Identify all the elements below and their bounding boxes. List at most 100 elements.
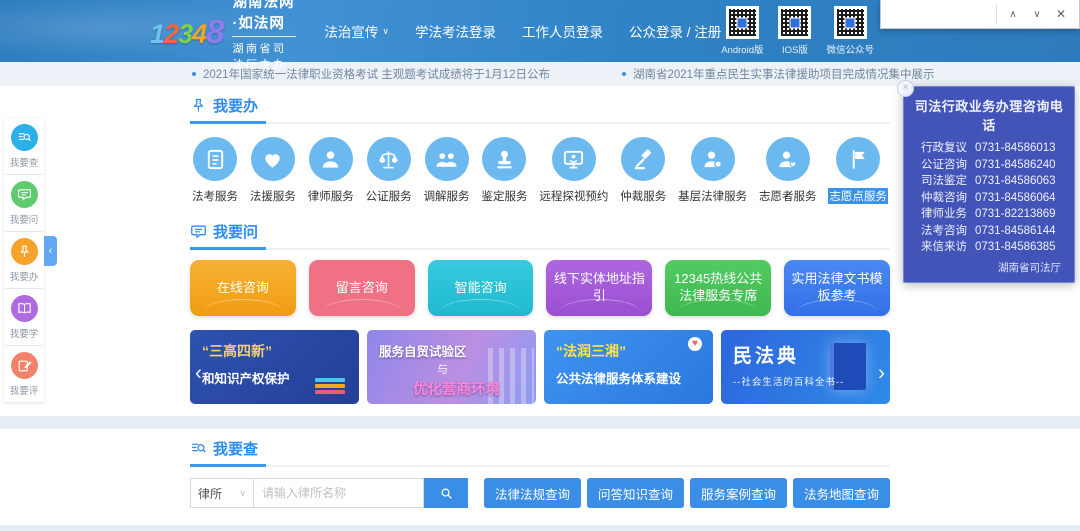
phone-number: 0731-82213869 xyxy=(975,206,1063,223)
phone-row: 公证咨询 0731-84586240 xyxy=(912,157,1066,174)
logo-digit: 4 xyxy=(192,19,206,49)
service-label: 公证服务 xyxy=(366,188,412,204)
volunteer-heart-icon xyxy=(766,137,810,181)
service-legal-aid[interactable]: 法援服务 xyxy=(250,137,296,204)
notice-link[interactable]: 湖南省2021年重点民生实事法律援助项目完成情况集中展示 xyxy=(622,66,935,82)
banner-sangao-sixin[interactable]: “三高四新” 和知识产权保护 xyxy=(190,330,359,404)
banner-free-trade-zone[interactable]: 服务自贸试验区 与 优化营商环境 xyxy=(367,330,536,404)
legal-doc-template-button[interactable]: 实用法律文书模板参考 xyxy=(784,260,890,316)
query-buttons: 法律法规查询 问答知识查询 服务案例查询 法务地图查询 xyxy=(484,478,890,508)
smart-consult-button[interactable]: 智能咨询 xyxy=(428,260,534,316)
nav-label: 学法考法登录 xyxy=(415,21,496,41)
nav-study-exam-login[interactable]: 学法考法登录 xyxy=(415,21,496,41)
find-next-button[interactable]: ∨ xyxy=(1025,4,1049,24)
law-regulation-query-button[interactable]: 法律法规查询 xyxy=(484,478,581,508)
service-arbitration[interactable]: 仲裁服务 xyxy=(620,137,666,204)
phone-label: 仲裁咨询 xyxy=(915,190,967,207)
carousel-prev-icon[interactable]: ‹ xyxy=(195,363,202,384)
phone-panel-title: 司法行政业务办理咨询电话 xyxy=(912,96,1066,134)
hotline-12345-button[interactable]: 12345热线公共法律服务专席 xyxy=(665,260,771,316)
mediation-people-icon xyxy=(425,137,469,181)
logo-digit: 3 xyxy=(178,19,192,49)
magnifier-icon xyxy=(439,486,454,501)
service-exam[interactable]: 法考服务 xyxy=(192,137,238,204)
chevron-down-icon: ∨ xyxy=(239,488,246,499)
dock-label: 我要问 xyxy=(10,212,39,226)
service-label: 律师服务 xyxy=(308,188,354,204)
pin-icon xyxy=(190,97,207,114)
dock-label: 我要学 xyxy=(10,326,39,340)
button-label: 12345热线公共法律服务专席 xyxy=(671,271,765,305)
banner-civil-code[interactable]: 民法典 --社会生活的百科全书-- xyxy=(721,330,890,404)
bullet-icon xyxy=(192,72,196,76)
qr-code-android-icon xyxy=(726,6,759,39)
qr-code-ios-icon xyxy=(778,6,811,39)
lawyer-person-icon xyxy=(309,137,353,181)
service-appraisal[interactable]: 鉴定服务 xyxy=(481,137,527,204)
find-previous-button[interactable]: ∧ xyxy=(1001,4,1025,24)
service-case-query-button[interactable]: 服务案例查询 xyxy=(690,478,787,508)
service-label: 鉴定服务 xyxy=(481,188,527,204)
firm-search-input[interactable] xyxy=(254,478,424,508)
site-title: 湖南法网·如法网 xyxy=(232,0,296,37)
nav-staff-login[interactable]: 工作人员登录 xyxy=(522,21,603,41)
phone-row: 来信来访 0731-84586385 xyxy=(912,239,1066,256)
service-label: 远程探视预约 xyxy=(539,188,608,204)
phone-label: 律师业务 xyxy=(915,206,967,223)
close-icon[interactable]: × xyxy=(897,80,914,97)
browser-find-bar[interactable]: ∧ ∨ ✕ xyxy=(880,0,1080,29)
phone-row: 行政复议 0731-84586013 xyxy=(912,140,1066,157)
dock-item-woyaowen[interactable]: 我要问 xyxy=(4,175,44,231)
service-notary[interactable]: 公证服务 xyxy=(366,137,412,204)
legal-map-query-button[interactable]: 法务地图查询 xyxy=(793,478,890,508)
button-label: 在线咨询 xyxy=(217,280,269,297)
service-lawyer[interactable]: 律师服务 xyxy=(308,137,354,204)
service-mediation[interactable]: 调解服务 xyxy=(424,137,470,204)
dock-item-woyaoban[interactable]: 我要办 xyxy=(4,232,44,288)
section-title: 我要查 xyxy=(213,438,258,459)
banner-line: 民法典 xyxy=(733,341,878,368)
category-select[interactable]: 律所 ∨ xyxy=(190,478,254,508)
logo-12348: 12348 xyxy=(150,15,223,48)
phone-number: 0731-84586240 xyxy=(975,157,1063,174)
appraisal-stamp-icon xyxy=(482,137,526,181)
logo-text: 湖南法网·如法网 湖南省司法厅主办 xyxy=(232,0,296,72)
site-logo[interactable]: 12348 湖南法网·如法网 湖南省司法厅主办 xyxy=(150,0,296,72)
qa-knowledge-query-button[interactable]: 问答知识查询 xyxy=(587,478,684,508)
arbitration-gavel-icon xyxy=(621,137,665,181)
dock-item-woyaoxue[interactable]: 我要学 xyxy=(4,289,44,345)
dock-collapse-button[interactable]: ‹ xyxy=(44,236,57,266)
banner-farun-sanxiang[interactable]: “法润三湘” 公共法律服务体系建设 xyxy=(544,330,713,404)
service-volunteer-site[interactable]: 志愿点服务 xyxy=(828,137,888,204)
dock-item-woyaocha[interactable]: 我要查 xyxy=(4,118,44,174)
banner-carousel: ‹ “三高四新” 和知识产权保护 服务自贸试验区 与 优化营商环境 “法润三湘”… xyxy=(190,330,890,416)
service-volunteer[interactable]: 志愿者服务 xyxy=(759,137,817,204)
button-label: 线下实体地址指引 xyxy=(552,271,646,305)
service-grassroots[interactable]: 基层法律服务 xyxy=(678,137,747,204)
service-label: 法考服务 xyxy=(192,188,238,204)
nav-public-login-register[interactable]: 公众登录 / 注册 xyxy=(629,21,721,41)
section-header-woyaoban: 我要办 xyxy=(190,86,890,124)
message-consult-button[interactable]: 留言咨询 xyxy=(309,260,415,316)
service-remote-visit[interactable]: 远程探视预约 xyxy=(539,137,608,204)
find-close-button[interactable]: ✕ xyxy=(1049,4,1073,24)
pin-icon xyxy=(11,238,38,265)
banner-line: “三高四新” xyxy=(202,341,347,361)
phone-row: 司法鉴定 0731-84586063 xyxy=(912,173,1066,190)
dock-item-woyaoping[interactable]: 我要评 xyxy=(4,346,44,402)
qr-ios: IOS版 xyxy=(778,6,811,56)
dock-label: 我要办 xyxy=(10,269,39,283)
carousel-next-icon[interactable]: › xyxy=(878,363,885,384)
nav-legal-publicity[interactable]: 法治宣传 ∨ xyxy=(324,21,389,41)
service-icon-row: 法考服务 法援服务 律师服务 公证服务 调解服务 鉴定服务 xyxy=(190,124,890,212)
online-consult-button[interactable]: 在线咨询 xyxy=(190,260,296,316)
button-label: 智能咨询 xyxy=(455,280,507,297)
nav-label: 法治宣传 xyxy=(324,21,378,41)
service-label-selected: 志愿点服务 xyxy=(828,188,888,204)
banner-line: 公共法律服务体系建设 xyxy=(556,368,701,387)
search-button[interactable] xyxy=(424,478,468,508)
search-list-icon xyxy=(190,440,207,457)
offline-address-button[interactable]: 线下实体地址指引 xyxy=(546,260,652,316)
chevron-down-icon: ∨ xyxy=(382,26,389,37)
left-dock: 我要查 我要问 我要办 我要学 我要评 xyxy=(4,118,44,402)
